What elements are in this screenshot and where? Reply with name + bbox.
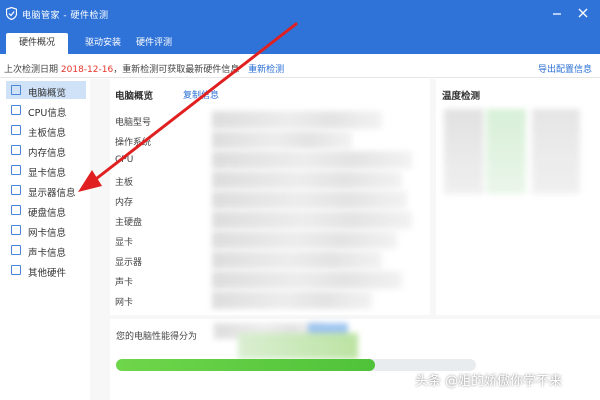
sidebar-item-label: CPU信息	[28, 108, 67, 119]
network-card-icon	[11, 225, 21, 235]
sidebar-item-label: 网卡信息	[28, 228, 67, 239]
tab-bar: 硬件概况 驱动安装 硬件评测	[0, 28, 600, 54]
window-title: 电脑管家 - 硬件检测	[22, 11, 109, 21]
sidebar-item-label: 声卡信息	[28, 248, 67, 259]
sidebar-item-label: 其他硬件	[28, 268, 67, 279]
redacted-value	[212, 131, 352, 149]
close-icon[interactable]	[576, 6, 590, 20]
redacted-value	[532, 109, 580, 194]
sidebar-item-label: 电脑概览	[28, 88, 67, 99]
overview-title: 电脑概览	[115, 91, 154, 102]
row-label-memory: 内存	[115, 198, 134, 208]
disk-icon	[11, 205, 21, 215]
redacted-value	[212, 291, 372, 309]
sound-card-icon	[11, 245, 21, 255]
redacted-value	[212, 271, 402, 289]
copy-info-link[interactable]: 复制信息	[183, 88, 219, 101]
performance-score-label: 您的电脑性能得分为	[116, 332, 198, 342]
redacted-value	[212, 211, 412, 229]
row-label-gpu: 显卡	[115, 238, 134, 248]
overview-panel: 电脑概览 复制信息 电脑型号 操作系统 CPU 主板 内存 主硬盘 显卡 显示器…	[110, 79, 430, 315]
sidebar-item-label: 显示器信息	[28, 188, 76, 199]
motherboard-icon	[11, 125, 21, 135]
row-label-main-disk: 主硬盘	[115, 218, 143, 228]
redetect-hint: ，重新检测可获取最新硬件信息	[113, 65, 240, 75]
sidebar-item-label: 主板信息	[28, 128, 67, 139]
export-config-link[interactable]: 导出配置信息	[538, 62, 592, 75]
redacted-value	[486, 109, 526, 194]
tab-hardware-overview[interactable]: 硬件概况	[6, 33, 68, 54]
sidebar-item-disk[interactable]: 硬盘信息	[6, 201, 86, 219]
sidebar-item-overview[interactable]: 电脑概览	[6, 81, 86, 99]
sidebar-item-other-hardware[interactable]: 其他硬件	[6, 261, 86, 279]
sidebar-item-memory[interactable]: 内存信息	[6, 141, 86, 159]
sidebar-item-label: 内存信息	[28, 148, 67, 159]
pc-icon	[11, 85, 21, 95]
sidebar-item-network-card[interactable]: 网卡信息	[6, 221, 86, 239]
sidebar-item-label: 显卡信息	[28, 168, 67, 179]
redacted-value	[212, 111, 382, 129]
last-check-date: 2018-12-16	[60, 65, 114, 75]
temperature-panel: 温度检测	[436, 79, 600, 315]
tab-hardware-benchmark[interactable]: 硬件评测	[123, 33, 185, 54]
redacted-value	[212, 171, 402, 189]
sidebar-item-label: 硬盘信息	[28, 208, 67, 219]
memory-icon	[11, 145, 21, 155]
redacted-value	[212, 231, 397, 249]
title-bar: 电脑管家 - 硬件检测	[0, 0, 600, 28]
monitor-icon	[11, 185, 21, 195]
cpu-icon	[11, 105, 21, 115]
detection-info-text: 上次检测日期 2018-12-16，重新检测可获取最新硬件信息 重新检测	[4, 62, 284, 75]
redacted-value	[444, 109, 484, 194]
performance-score-fill	[116, 359, 376, 371]
row-label-model: 电脑型号	[115, 118, 152, 128]
shield-icon	[6, 7, 17, 20]
watermark: 头条 @姐的娇傲你学不来	[415, 374, 563, 389]
sidebar-item-monitor[interactable]: 显示器信息	[6, 181, 86, 199]
row-label-monitor: 显示器	[115, 258, 143, 268]
detection-info-bar: 上次检测日期 2018-12-16，重新检测可获取最新硬件信息 重新检测 导出配…	[0, 56, 600, 78]
row-label-os: 操作系统	[115, 138, 152, 148]
sidebar: 电脑概览 CPU信息 主板信息 内存信息 显卡信息 显示器信息 硬盘信息 网卡信…	[0, 79, 90, 400]
row-label-network-card: 网卡	[115, 298, 134, 308]
temperature-title: 温度检测	[442, 91, 481, 102]
row-label-sound-card: 声卡	[115, 278, 134, 288]
redacted-value	[238, 333, 358, 359]
main-content: 电脑概览 复制信息 电脑型号 操作系统 CPU 主板 内存 主硬盘 显卡 显示器…	[90, 79, 600, 400]
other-hardware-icon	[11, 265, 21, 275]
redetect-link[interactable]: 重新检测	[248, 65, 284, 75]
redacted-value	[212, 151, 412, 169]
redacted-value	[212, 191, 407, 209]
row-label-motherboard: 主板	[115, 178, 134, 188]
last-check-label: 上次检测日期	[4, 65, 59, 75]
minimize-icon[interactable]	[550, 6, 564, 20]
sidebar-item-motherboard[interactable]: 主板信息	[6, 121, 86, 139]
row-label-cpu: CPU	[115, 155, 134, 165]
sidebar-item-gpu[interactable]: 显卡信息	[6, 161, 86, 179]
sidebar-item-cpu[interactable]: CPU信息	[6, 101, 86, 119]
gpu-icon	[11, 165, 21, 175]
redacted-value	[212, 251, 382, 269]
sidebar-item-sound-card[interactable]: 声卡信息	[6, 241, 86, 259]
